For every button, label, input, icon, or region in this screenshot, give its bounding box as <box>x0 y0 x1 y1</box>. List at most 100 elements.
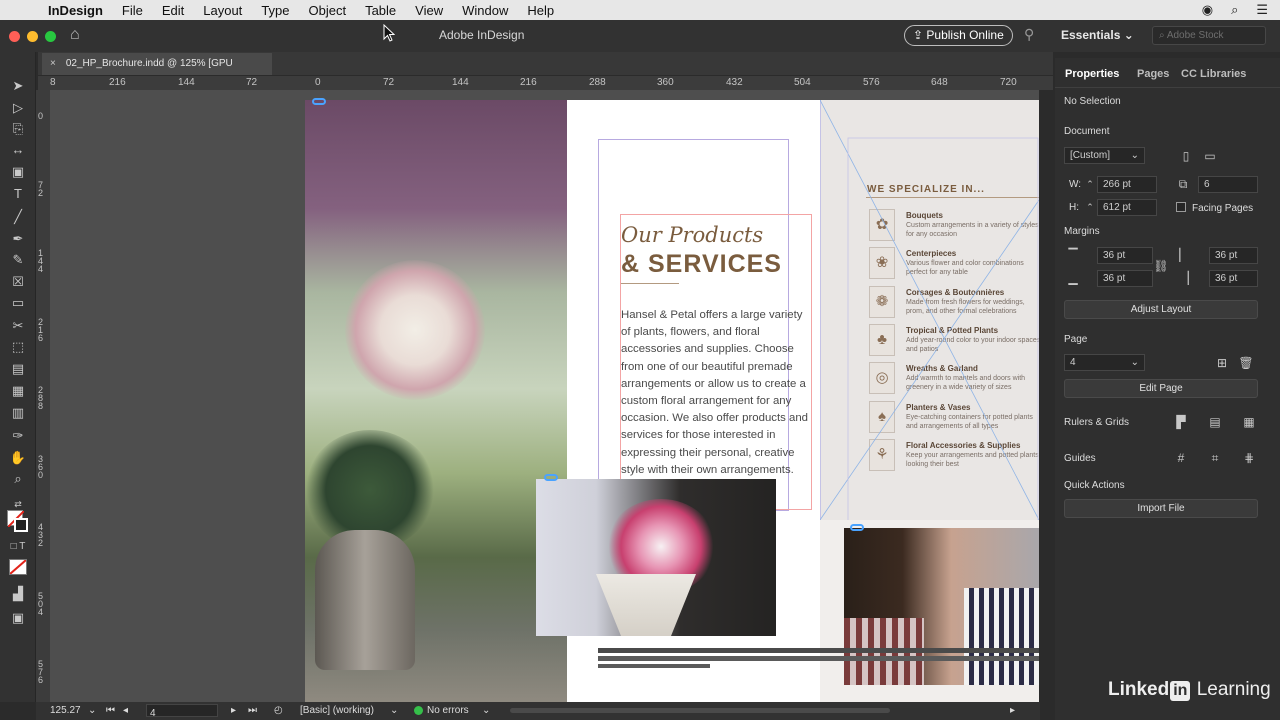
link-margins-icon[interactable]: ⛓ <box>1152 257 1170 275</box>
creative-cloud-icon[interactable]: ◉ <box>1202 2 1213 18</box>
rectangle-tool-icon[interactable]: ▭ <box>9 295 27 311</box>
pencil-tool-icon[interactable]: ✎ <box>9 252 27 268</box>
tab-pages[interactable]: Pages <box>1137 68 1169 80</box>
eyedropper-tool-icon[interactable]: ✑ <box>9 428 27 444</box>
chevron-down-icon[interactable]: ⌄ <box>88 705 96 716</box>
page-style[interactable]: [Basic] (working) <box>300 705 374 716</box>
margin-top-input[interactable]: 36 pt <box>1097 247 1153 264</box>
free-transform-tool-icon[interactable]: ⬚ <box>9 339 27 355</box>
selection-tool-icon[interactable]: ➤ <box>9 78 27 94</box>
chevron-down-icon[interactable]: ⌄ <box>482 705 490 716</box>
last-page-icon[interactable]: ⏭ <box>248 705 257 716</box>
open-page-icon[interactable]: ◴ <box>274 705 283 716</box>
height-input[interactable]: 612 pt <box>1097 199 1157 216</box>
formatting-container-icon[interactable]: □ T <box>9 539 27 555</box>
content-collector-icon[interactable]: ▣ <box>9 164 27 180</box>
type-tool-icon[interactable]: T <box>9 186 27 202</box>
tab-cc-libraries[interactable]: CC Libraries <box>1181 68 1246 80</box>
gap-tool-icon[interactable]: ↔ <box>9 142 27 158</box>
zoom-level[interactable]: 125.27 <box>50 705 81 716</box>
spotlight-search-icon[interactable]: ⌕ <box>1231 2 1238 18</box>
home-icon[interactable]: ⌂ <box>70 26 80 44</box>
rectangle-frame-tool-icon[interactable]: ☒ <box>9 274 27 290</box>
pen-tool-icon[interactable]: ✒ <box>9 231 27 247</box>
page-number-field[interactable]: 4 <box>146 704 218 719</box>
menu-layout[interactable]: Layout <box>203 3 242 18</box>
heading-script[interactable]: Our Products <box>621 223 763 247</box>
horizontal-scrollbar[interactable] <box>510 708 890 713</box>
scroll-right-icon[interactable]: ▸ <box>1010 705 1015 716</box>
width-input[interactable]: 266 pt <box>1097 176 1157 193</box>
pink-bouquet-photo[interactable] <box>536 479 776 636</box>
stroke-swatch[interactable] <box>14 518 28 532</box>
lightbulb-icon[interactable]: ⚲ <box>1024 26 1034 43</box>
gradient-feather-tool-icon[interactable]: ▦ <box>9 383 27 399</box>
menu-window[interactable]: Window <box>462 3 508 18</box>
zoom-tool-icon[interactable]: ⌕ <box>9 471 27 487</box>
portrait-orientation-icon[interactable]: ▯ <box>1177 147 1195 165</box>
page-select[interactable]: 4 ⌄ <box>1064 354 1145 371</box>
note-tool-icon[interactable]: ▥ <box>9 405 27 421</box>
menu-edit[interactable]: Edit <box>162 3 184 18</box>
close-window-button[interactable] <box>9 31 20 42</box>
menu-view[interactable]: View <box>415 3 443 18</box>
smart-guides-icon[interactable]: ⋕ <box>1240 449 1258 467</box>
preview-mode-icon[interactable]: ▣ <box>9 610 27 626</box>
lock-guides-icon[interactable]: ⌗ <box>1206 449 1224 467</box>
menu-type[interactable]: Type <box>261 3 289 18</box>
margin-bottom-input[interactable]: 36 pt <box>1097 270 1153 287</box>
direct-selection-tool-icon[interactable]: ▷ <box>9 100 27 116</box>
publish-label: Publish Online <box>926 28 1004 42</box>
workspace-switcher[interactable]: Essentials ⌄ <box>1061 28 1134 42</box>
chevron-down-icon[interactable]: ⌄ <box>390 705 398 716</box>
close-tab-icon[interactable]: × <box>50 58 56 69</box>
edit-page-button[interactable]: Edit Page <box>1064 379 1258 398</box>
link-badge-icon[interactable] <box>544 474 558 481</box>
zoom-window-button[interactable] <box>45 31 56 42</box>
scissors-tool-icon[interactable]: ✂ <box>9 318 27 334</box>
add-page-icon[interactable]: ⊞ <box>1213 354 1231 372</box>
pasteboard[interactable]: Our Products & SERVICES Hansel & Petal o… <box>50 90 1039 702</box>
link-badge-icon[interactable] <box>312 98 326 105</box>
publish-online-button[interactable]: ⇪ Publish Online <box>904 25 1013 46</box>
menu-app-name[interactable]: InDesign <box>48 3 103 18</box>
flower-arrangement-photo[interactable] <box>305 100 567 702</box>
number-of-pages-input[interactable]: 6 <box>1198 176 1258 193</box>
screen-mode-icon[interactable]: ▟ <box>9 586 27 602</box>
link-badge-icon[interactable] <box>850 524 864 531</box>
line-tool-icon[interactable]: ╱ <box>9 209 27 225</box>
preflight-status-icon[interactable] <box>414 706 423 715</box>
hand-tool-icon[interactable]: ✋ <box>9 450 27 466</box>
document-preset-select[interactable]: [Custom] ⌄ <box>1064 147 1145 164</box>
baseline-grid-icon[interactable]: ▤ <box>1206 413 1224 431</box>
next-page-icon[interactable]: ▸ <box>231 705 236 716</box>
kids-arranging-photo[interactable] <box>844 528 1039 685</box>
gradient-tool-icon[interactable]: ▤ <box>9 361 27 377</box>
minimize-window-button[interactable] <box>27 31 38 42</box>
heading-bold[interactable]: & SERVICES <box>621 250 782 279</box>
menu-help[interactable]: Help <box>527 3 554 18</box>
margin-left-input[interactable]: 36 pt <box>1209 247 1258 264</box>
apply-none-button[interactable] <box>9 559 27 575</box>
previous-page-icon[interactable]: ◂ <box>123 705 128 716</box>
adobe-stock-search-input[interactable]: ⌕ Adobe Stock <box>1152 26 1266 45</box>
import-file-button[interactable]: Import File <box>1064 499 1258 518</box>
first-page-icon[interactable]: ⏮ <box>106 705 115 716</box>
body-copy[interactable]: Hansel & Petal offers a large variety of… <box>621 307 811 479</box>
ruler-icon[interactable]: ▛ <box>1172 413 1190 431</box>
margin-right-input[interactable]: 36 pt <box>1209 270 1258 287</box>
facing-pages-checkbox[interactable] <box>1176 202 1186 212</box>
show-guides-icon[interactable]: # <box>1172 449 1190 467</box>
landscape-orientation-icon[interactable]: ▭ <box>1201 147 1219 165</box>
page-tool-icon[interactable]: ⎘ <box>9 121 27 137</box>
document-tab[interactable]: ×02_HP_Brochure.indd @ 125% [GPU Preview… <box>42 53 272 91</box>
menu-object[interactable]: Object <box>309 3 347 18</box>
menu-table[interactable]: Table <box>365 3 396 18</box>
menu-file[interactable]: File <box>122 3 143 18</box>
notification-list-icon[interactable]: ☰ <box>1256 2 1268 18</box>
document-grid-icon[interactable]: ▦ <box>1240 413 1258 431</box>
preflight-errors[interactable]: No errors <box>427 705 469 716</box>
delete-page-icon[interactable]: 🗑 <box>1237 354 1255 372</box>
tab-properties[interactable]: Properties <box>1065 68 1119 80</box>
adjust-layout-button[interactable]: Adjust Layout <box>1064 300 1258 319</box>
